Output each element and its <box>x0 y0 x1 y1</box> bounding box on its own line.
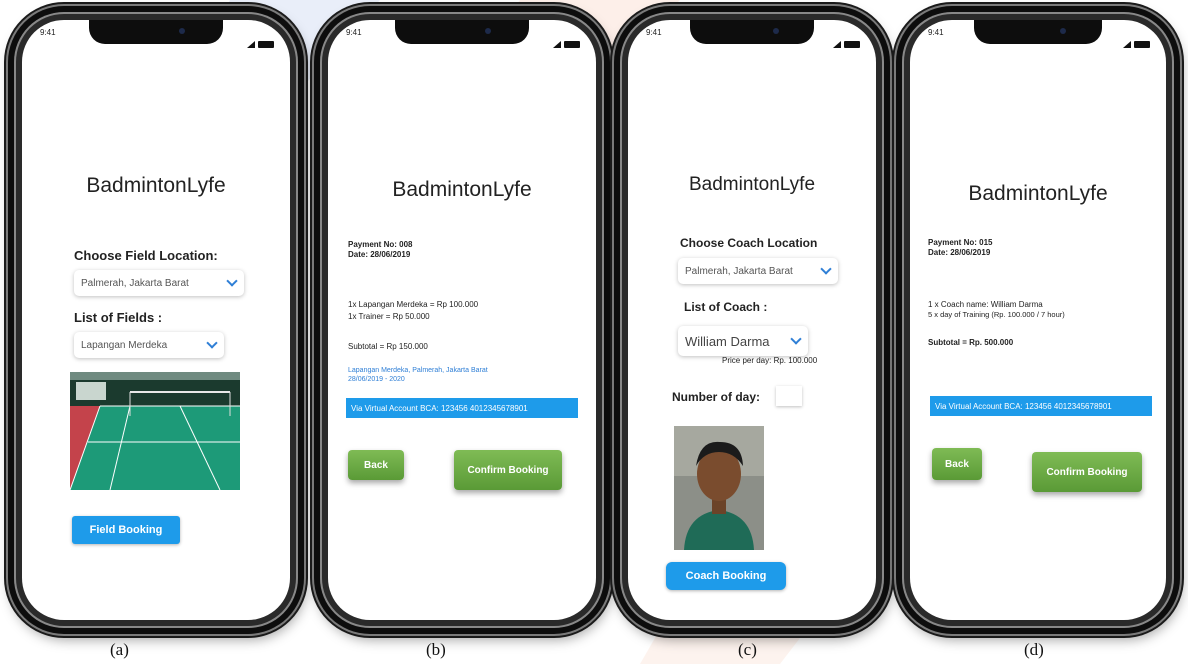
status-time: 9:41 <box>346 28 362 37</box>
battery-icon <box>1134 41 1150 48</box>
location-select[interactable]: Palmerah, Jakarta Barat <box>74 270 244 296</box>
status-time: 9:41 <box>40 28 56 37</box>
caption-a: (a) <box>110 640 129 659</box>
fields-label: List of Fields : <box>74 310 163 325</box>
coach-location-label: Choose Coach Location <box>680 236 818 250</box>
badminton-court-photo <box>70 372 240 490</box>
app-title: BadmintonLyfe <box>968 182 1108 205</box>
signal-icon <box>1123 41 1131 48</box>
phone-a: 9:41 BadmintonLyfe Choose Field Location… <box>8 6 304 634</box>
field-booking-button[interactable]: Field Booking <box>72 516 180 544</box>
payment-number: Payment No: 015 <box>928 238 993 247</box>
field-select[interactable]: Lapangan Merdeka <box>74 332 224 358</box>
phone-notch <box>395 20 529 44</box>
line-item-field: 1x Lapangan Merdeka = Rp 100.000 <box>348 300 479 309</box>
caption-c: (c) <box>738 640 757 659</box>
battery-icon <box>258 41 274 48</box>
signal-icon <box>247 41 255 48</box>
chevron-down-icon <box>226 275 238 287</box>
phone-notch <box>974 20 1102 44</box>
booking-location: Lapangan Merdeka, Palmerah, Jakarta Bara… <box>348 367 488 374</box>
caption-b: (b) <box>426 640 446 659</box>
screen-field-selection: 9:41 BadmintonLyfe Choose Field Location… <box>22 20 290 620</box>
status-icons <box>247 30 274 48</box>
status-icons <box>553 30 580 48</box>
signal-icon <box>833 41 841 48</box>
screen-coach-payment: 9:41 BadmintonLyfe Payment No: 015 Date:… <box>910 20 1166 620</box>
coach-portrait-photo <box>674 426 764 550</box>
confirm-booking-button[interactable]: Confirm Booking <box>454 450 562 490</box>
line-item-days: 5 x day of Training (Rp. 100.000 / 7 hou… <box>928 310 1065 319</box>
confirm-booking-button[interactable]: Confirm Booking <box>1032 452 1142 492</box>
days-input[interactable] <box>776 386 802 406</box>
phone-notch <box>690 20 814 44</box>
subtotal: Subtotal = Rp. 500.000 <box>928 338 1014 347</box>
location-label: Choose Field Location: <box>74 248 218 263</box>
virtual-account-bar: Via Virtual Account BCA: 123456 40123456… <box>930 396 1152 416</box>
battery-icon <box>844 41 860 48</box>
payment-number: Payment No: 008 <box>348 240 413 249</box>
back-button[interactable]: Back <box>932 448 982 480</box>
back-button[interactable]: Back <box>348 450 404 480</box>
caption-d: (d) <box>1024 640 1044 659</box>
status-icons <box>833 30 860 48</box>
line-item-trainer: 1x Trainer = Rp 50.000 <box>348 312 430 321</box>
coach-price: Price per day: Rp. 100.000 <box>722 356 818 365</box>
coach-select[interactable]: William Darma <box>678 326 808 356</box>
booking-schedule: 28/06/2019 - 2020 <box>348 376 405 383</box>
phone-notch <box>89 20 223 44</box>
screen-coach-selection: 9:41 BadmintonLyfe Choose Coach Location… <box>628 20 876 620</box>
app-title: BadmintonLyfe <box>392 178 532 201</box>
chevron-down-icon <box>206 337 218 349</box>
status-time: 9:41 <box>646 28 662 37</box>
battery-icon <box>564 41 580 48</box>
coach-list-label: List of Coach : <box>684 300 768 314</box>
app-title: BadmintonLyfe <box>688 174 816 195</box>
coach-location-select[interactable]: Palmerah, Jakarta Barat <box>678 258 838 284</box>
phone-b: 9:41 BadmintonLyfe Payment No: 008 Date:… <box>314 6 610 634</box>
chevron-down-icon <box>790 333 802 345</box>
virtual-account-bar: Via Virtual Account BCA: 123456 40123456… <box>346 398 578 418</box>
status-time: 9:41 <box>928 28 944 37</box>
status-icons <box>1123 30 1150 48</box>
chevron-down-icon <box>820 263 832 275</box>
payment-date: Date: 28/06/2019 <box>348 250 411 259</box>
phone-d: 9:41 BadmintonLyfe Payment No: 015 Date:… <box>896 6 1180 634</box>
coach-booking-button[interactable]: Coach Booking <box>666 562 786 590</box>
payment-date: Date: 28/06/2019 <box>928 248 991 257</box>
signal-icon <box>553 41 561 48</box>
screen-field-payment: 9:41 BadmintonLyfe Payment No: 008 Date:… <box>328 20 596 620</box>
app-title: BadmintonLyfe <box>86 174 226 197</box>
phone-c: 9:41 BadmintonLyfe Choose Coach Location… <box>614 6 890 634</box>
subtotal: Subtotal = Rp 150.000 <box>348 342 428 351</box>
days-label: Number of day: <box>672 390 761 404</box>
line-item-coach: 1 x Coach name: William Darma <box>928 300 1043 309</box>
